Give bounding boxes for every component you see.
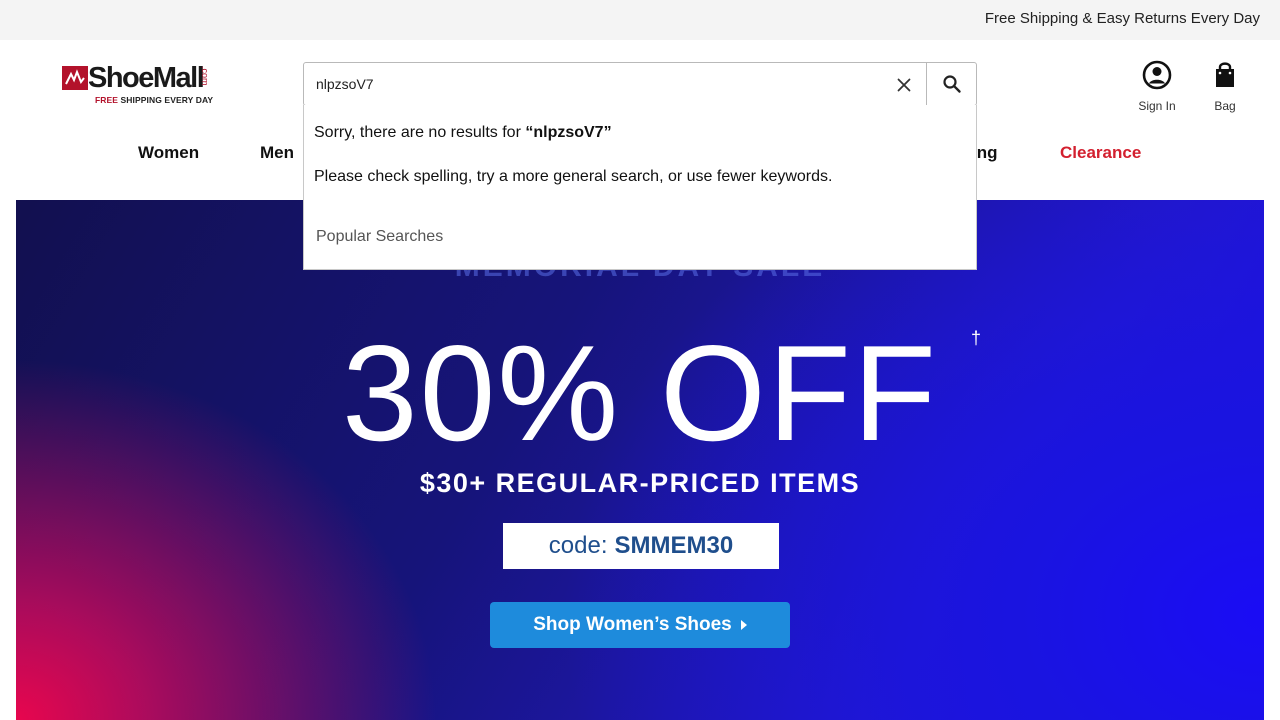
hero-dagger: † — [971, 328, 982, 348]
nav-item-women[interactable]: Women — [138, 143, 199, 163]
sign-in-label: Sign In — [1138, 99, 1176, 113]
shoemall-logo-mark-icon — [62, 66, 88, 90]
shop-womens-shoes-button[interactable]: Shop Women’s Shoes — [490, 602, 790, 648]
shop-button-label: Shop Women’s Shoes — [533, 614, 732, 635]
nav-item-clearance[interactable]: Clearance — [1060, 143, 1141, 163]
search-help-text: Please check spelling, try a more genera… — [314, 168, 833, 185]
hero-banner[interactable]: MEMORIAL DAY SALE 30% OFF † $30+ REGULAR… — [16, 200, 1264, 720]
nav-item-men[interactable]: Men — [260, 143, 294, 163]
logo-dotcom: .com — [200, 66, 210, 86]
logo-wordmark: ShoeMall — [88, 62, 205, 94]
search-bar — [303, 62, 977, 106]
site-logo[interactable]: ShoeMall .com FREE SHIPPING EVERY DAY — [62, 62, 222, 108]
promo-text: Free Shipping & Easy Returns Every Day — [984, 10, 1260, 27]
hero-subline: $30+ REGULAR-PRICED ITEMS — [419, 468, 861, 498]
popular-searches-heading: Popular Searches — [316, 228, 444, 245]
sign-in-button[interactable]: Sign In — [1127, 60, 1187, 113]
search-suggestions-dropdown: Sorry, there are no results for “nlpzsoV… — [303, 105, 977, 270]
bag-button[interactable]: Bag — [1195, 60, 1255, 113]
no-results-query: “nlpzsoV7” — [525, 124, 612, 141]
search-icon — [943, 75, 961, 93]
promo-topbar: Free Shipping & Easy Returns Every Day — [0, 0, 1280, 40]
account-icon — [1142, 60, 1172, 90]
promo-code-value: SMMEM30 — [614, 532, 734, 559]
search-input[interactable] — [316, 73, 876, 95]
logo-tagline: FREE SHIPPING EVERY DAY — [95, 95, 213, 105]
logo-tagline-rest: SHIPPING EVERY DAY — [118, 95, 214, 105]
caret-right-icon — [740, 620, 747, 630]
no-results-message: Sorry, there are no results for “nlpzsoV… — [314, 124, 612, 142]
close-icon — [897, 78, 911, 92]
clear-search-button[interactable] — [890, 71, 918, 99]
no-results-prefix: Sorry, there are no results for — [314, 124, 526, 141]
hero-headline: 30% OFF — [342, 317, 938, 469]
logo-tagline-free: FREE — [95, 95, 119, 105]
bag-label: Bag — [1214, 99, 1236, 113]
promo-code-box: code: SMMEM30 — [503, 523, 779, 569]
shopping-bag-icon — [1216, 62, 1234, 87]
promo-code-label: code: — [548, 532, 608, 559]
search-submit-button[interactable] — [926, 63, 977, 105]
